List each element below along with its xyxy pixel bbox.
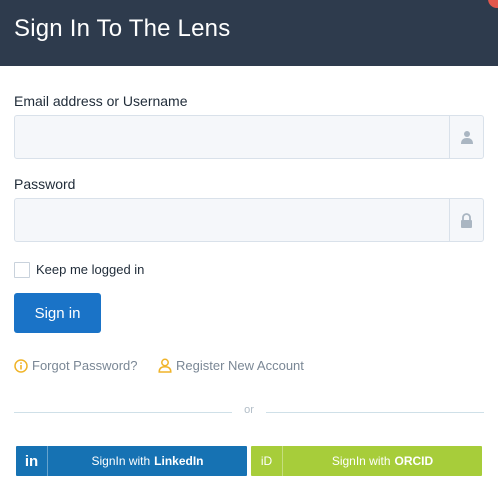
- user-icon: [449, 116, 483, 158]
- dialog-header: Sign In To The Lens: [0, 0, 498, 66]
- orcid-icon: iD: [251, 446, 283, 476]
- forgot-password-link[interactable]: Forgot Password?: [14, 358, 138, 373]
- orcid-signin-label: SignIn with ORCID: [331, 454, 434, 468]
- linkedin-signin-label: SignIn with LinkedIn: [91, 454, 204, 468]
- keep-logged-in-label: Keep me logged in: [36, 262, 145, 277]
- divider-right: [266, 412, 484, 413]
- orcid-signin-button[interactable]: iD SignIn with ORCID: [251, 446, 482, 476]
- password-field[interactable]: [15, 199, 450, 241]
- email-field-wrapper: [14, 115, 484, 159]
- password-field-wrapper: [14, 198, 484, 242]
- password-label: Password: [14, 176, 76, 192]
- person-outline-icon: [158, 358, 172, 373]
- info-circle-icon: [14, 358, 28, 373]
- divider-left: [14, 412, 232, 413]
- email-label: Email address or Username: [14, 93, 188, 109]
- forgot-password-label: Forgot Password?: [32, 358, 138, 373]
- close-icon[interactable]: [488, 0, 498, 8]
- register-link[interactable]: Register New Account: [158, 358, 304, 373]
- linkedin-icon: in: [16, 446, 48, 476]
- divider-text: or: [244, 404, 254, 416]
- email-field[interactable]: [15, 116, 450, 158]
- register-label: Register New Account: [176, 358, 304, 373]
- sign-in-button[interactable]: Sign in: [14, 293, 101, 333]
- linkedin-signin-button[interactable]: in SignIn with LinkedIn: [16, 446, 247, 476]
- lock-icon: [449, 199, 483, 241]
- dialog-title: Sign In To The Lens: [14, 15, 231, 42]
- keep-logged-in-checkbox[interactable]: [14, 262, 30, 278]
